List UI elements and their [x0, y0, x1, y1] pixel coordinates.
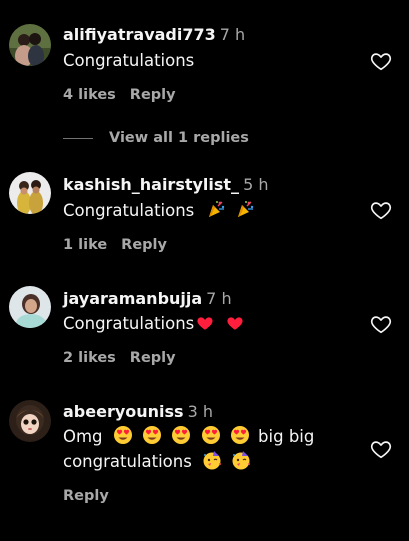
likes-count[interactable]: 1 like [63, 237, 107, 253]
timestamp: 7 h [219, 25, 246, 44]
likes-count[interactable]: 2 likes [63, 350, 116, 366]
replies-divider-line [63, 137, 93, 139]
timestamp: 7 h [206, 289, 232, 308]
comment-text: Congratulations [63, 314, 195, 333]
comment-actions: 2 likes Reply [63, 349, 176, 367]
view-replies-button[interactable]: View all 1 replies [63, 130, 249, 150]
comment-text-row-2: congratulations [63, 449, 251, 477]
username[interactable]: jayaramanbujja [63, 289, 202, 308]
comment-text: Congratulations [63, 201, 195, 220]
avatar[interactable] [9, 172, 51, 214]
likes-count[interactable]: 4 likes [63, 87, 116, 103]
like-heart-icon[interactable] [370, 199, 392, 221]
comment-text-row: Congratulations [63, 198, 255, 226]
reply-button[interactable]: Reply [63, 488, 109, 504]
timestamp: 5 h [243, 175, 269, 194]
comment-text: Congratulations [63, 51, 195, 70]
comment-text-row: Congratulations [63, 311, 244, 339]
reply-button[interactable]: Reply [130, 350, 176, 366]
comment-text-row-1: Omg big big [63, 424, 314, 452]
reply-button[interactable]: Reply [130, 87, 176, 103]
comment-text-start: Omg [63, 427, 103, 446]
reply-button[interactable]: Reply [121, 237, 167, 253]
comment-actions: Reply [63, 487, 109, 505]
heart-eyes-emoji-icon [142, 425, 162, 452]
heart-eyes-emoji-icon [171, 425, 191, 452]
party-popper-icon [206, 199, 226, 226]
partying-face-icon [202, 450, 222, 477]
comment-actions: 4 likes Reply [63, 86, 176, 104]
red-heart-icon [196, 314, 214, 339]
comment-text-end: big big [258, 427, 315, 446]
like-heart-icon[interactable] [370, 313, 392, 335]
username[interactable]: kashish_hairstylist_ [63, 175, 239, 194]
comment-header: abeeryouniss 3 h [63, 402, 213, 422]
like-heart-icon[interactable] [370, 50, 392, 72]
partying-face-icon [231, 450, 251, 477]
avatar[interactable] [9, 400, 51, 442]
avatar[interactable] [9, 24, 51, 66]
comment-header: alifiyatravadi773 7 h [63, 25, 245, 45]
party-popper-icon [235, 199, 255, 226]
timestamp: 3 h [187, 402, 213, 421]
view-replies-label: View all 1 replies [109, 130, 249, 146]
comment-text-line-2: congratulations [63, 452, 192, 471]
username[interactable]: alifiyatravadi773 [63, 25, 216, 44]
like-heart-icon[interactable] [370, 438, 392, 460]
avatar[interactable] [9, 286, 51, 328]
heart-eyes-emoji-icon [113, 425, 133, 452]
comment-actions: 1 like Reply [63, 236, 167, 254]
heart-eyes-emoji-icon [230, 425, 250, 452]
comment-header: jayaramanbujja 7 h [63, 289, 232, 309]
username[interactable]: abeeryouniss [63, 402, 184, 421]
comment-header: kashish_hairstylist_ 5 h [63, 175, 268, 195]
red-heart-icon [226, 314, 244, 339]
heart-eyes-emoji-icon [201, 425, 221, 452]
